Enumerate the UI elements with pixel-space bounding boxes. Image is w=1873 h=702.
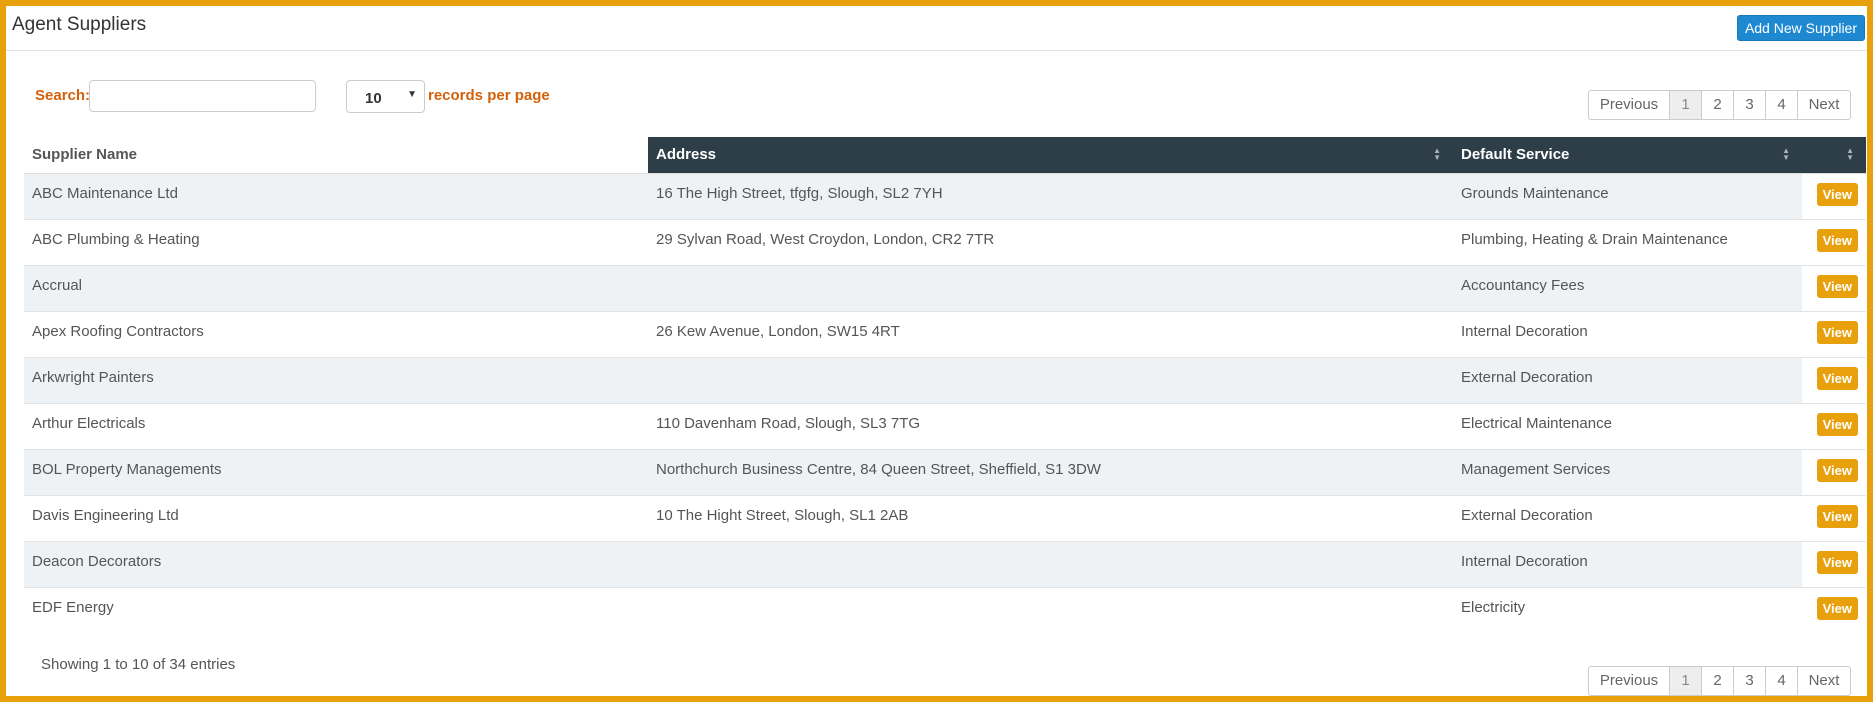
sort-icon: ▲ ▼ bbox=[1846, 146, 1854, 162]
action-cell: View bbox=[1802, 172, 1866, 219]
add-new-supplier-button[interactable]: Add New Supplier bbox=[1736, 15, 1865, 41]
pagination-page-2[interactable]: 2 bbox=[1701, 666, 1734, 696]
supplier-name-cell: Apex Roofing Contractors bbox=[24, 310, 648, 357]
default-service-cell: Grounds Maintenance bbox=[1453, 172, 1802, 219]
supplier-name-cell: Davis Engineering Ltd bbox=[24, 494, 648, 541]
table-row: Apex Roofing Contractors 26 Kew Avenue, … bbox=[24, 310, 1866, 357]
pagination-page-2[interactable]: 2 bbox=[1701, 90, 1734, 120]
view-button[interactable]: View bbox=[1816, 458, 1858, 482]
address-cell bbox=[648, 356, 1453, 403]
supplier-name-cell: Accrual bbox=[24, 264, 648, 311]
action-cell: View bbox=[1802, 402, 1866, 449]
address-cell bbox=[648, 586, 1453, 633]
pagination-bottom: Previous 1 2 3 4 Next bbox=[1588, 666, 1851, 696]
pagination-page-3[interactable]: 3 bbox=[1733, 90, 1766, 120]
sort-icon: ▲ ▼ bbox=[1782, 146, 1790, 162]
records-per-page-label: records per page bbox=[428, 87, 550, 104]
default-service-cell: Management Services bbox=[1453, 448, 1802, 495]
supplier-name-cell: EDF Energy bbox=[24, 586, 648, 633]
table-row: Davis Engineering Ltd 10 The Hight Stree… bbox=[24, 494, 1866, 541]
action-cell: View bbox=[1802, 356, 1866, 403]
pagination-previous-button[interactable]: Previous bbox=[1588, 90, 1670, 120]
default-service-cell: Electricity bbox=[1453, 586, 1802, 633]
default-service-cell: Internal Decoration bbox=[1453, 310, 1802, 357]
default-service-cell: External Decoration bbox=[1453, 356, 1802, 403]
pagination-next-button[interactable]: Next bbox=[1797, 666, 1851, 696]
sort-icon: ▲ ▼ bbox=[1433, 146, 1441, 162]
address-cell: Northchurch Business Centre, 84 Queen St… bbox=[648, 448, 1453, 495]
supplier-name-cell: Arkwright Painters bbox=[24, 356, 648, 403]
view-button[interactable]: View bbox=[1816, 228, 1858, 252]
pagination-page-4[interactable]: 4 bbox=[1765, 666, 1798, 696]
address-cell bbox=[648, 264, 1453, 311]
view-button[interactable]: View bbox=[1816, 596, 1858, 620]
table-row: Arthur Electricals 110 Davenham Road, Sl… bbox=[24, 402, 1866, 449]
table-row: Accrual Accountancy Fees View bbox=[24, 264, 1866, 311]
column-header-supplier-name[interactable]: Supplier Name bbox=[24, 137, 648, 174]
search-label: Search: bbox=[35, 87, 91, 104]
supplier-name-cell: BOL Property Managements bbox=[24, 448, 648, 495]
column-header-default-service[interactable]: Default Service ▲ ▼ bbox=[1453, 137, 1802, 174]
page-header: Agent Suppliers Add New Supplier bbox=[6, 6, 1867, 51]
view-button[interactable]: View bbox=[1816, 550, 1858, 574]
address-cell: 26 Kew Avenue, London, SW15 4RT bbox=[648, 310, 1453, 357]
view-button[interactable]: View bbox=[1816, 504, 1858, 528]
address-cell: 110 Davenham Road, Slough, SL3 7TG bbox=[648, 402, 1453, 449]
view-button[interactable]: View bbox=[1816, 366, 1858, 390]
suppliers-table: Supplier Name Address ▲ ▼ Default Service ▲… bbox=[24, 137, 1866, 633]
view-button[interactable]: View bbox=[1816, 320, 1858, 344]
table-row: BOL Property Managements Northchurch Bus… bbox=[24, 448, 1866, 495]
column-header-label: Default Service bbox=[1461, 146, 1570, 164]
table-header-row: Supplier Name Address ▲ ▼ Default Service ▲… bbox=[24, 137, 1866, 174]
app-frame: Agent Suppliers Add New Supplier Search:… bbox=[0, 0, 1873, 702]
table-row: Deacon Decorators Internal Decoration Vi… bbox=[24, 540, 1866, 587]
pagination-page-4[interactable]: 4 bbox=[1765, 90, 1798, 120]
default-service-cell: Internal Decoration bbox=[1453, 540, 1802, 587]
view-button[interactable]: View bbox=[1816, 274, 1858, 298]
address-cell bbox=[648, 540, 1453, 587]
pagination-page-1[interactable]: 1 bbox=[1669, 666, 1702, 696]
pagination-page-3[interactable]: 3 bbox=[1733, 666, 1766, 696]
default-service-cell: External Decoration bbox=[1453, 494, 1802, 541]
column-header-label: Address bbox=[656, 146, 717, 164]
table-row: ABC Maintenance Ltd 16 The High Street, … bbox=[24, 172, 1866, 219]
action-cell: View bbox=[1802, 494, 1866, 541]
column-header-address[interactable]: Address ▲ ▼ bbox=[648, 137, 1453, 174]
action-cell: View bbox=[1802, 448, 1866, 495]
records-per-page-select[interactable]: 10 ▼ bbox=[346, 80, 425, 113]
view-button[interactable]: View bbox=[1816, 182, 1858, 206]
records-per-page-value: 10 bbox=[365, 90, 382, 107]
action-cell: View bbox=[1802, 586, 1866, 633]
default-service-cell: Electrical Maintenance bbox=[1453, 402, 1802, 449]
pagination-page-1[interactable]: 1 bbox=[1669, 90, 1702, 120]
pagination-previous-button[interactable]: Previous bbox=[1588, 666, 1670, 696]
action-cell: View bbox=[1802, 264, 1866, 311]
table-row: EDF Energy Electricity View bbox=[24, 586, 1866, 633]
page-title: Agent Suppliers bbox=[12, 14, 147, 35]
default-service-cell: Accountancy Fees bbox=[1453, 264, 1802, 311]
supplier-name-cell: ABC Maintenance Ltd bbox=[24, 172, 648, 219]
search-input[interactable] bbox=[89, 80, 316, 112]
supplier-name-cell: Arthur Electricals bbox=[24, 402, 648, 449]
entries-summary: Showing 1 to 10 of 34 entries bbox=[41, 656, 236, 673]
supplier-name-cell: ABC Plumbing & Heating bbox=[24, 218, 648, 265]
action-cell: View bbox=[1802, 218, 1866, 265]
view-button[interactable]: View bbox=[1816, 412, 1858, 436]
supplier-name-cell: Deacon Decorators bbox=[24, 540, 648, 587]
address-cell: 10 The Hight Street, Slough, SL1 2AB bbox=[648, 494, 1453, 541]
pagination-next-button[interactable]: Next bbox=[1797, 90, 1851, 120]
default-service-cell: Plumbing, Heating & Drain Maintenance bbox=[1453, 218, 1802, 265]
action-cell: View bbox=[1802, 540, 1866, 587]
column-header-actions[interactable]: ▲ ▼ bbox=[1802, 137, 1866, 174]
pagination-top: Previous 1 2 3 4 Next bbox=[1588, 90, 1851, 120]
address-cell: 16 The High Street, tfgfg, Slough, SL2 7… bbox=[648, 172, 1453, 219]
table-row: Arkwright Painters External Decoration V… bbox=[24, 356, 1866, 403]
column-header-label: Supplier Name bbox=[32, 146, 138, 164]
chevron-down-icon: ▼ bbox=[407, 89, 417, 100]
address-cell: 29 Sylvan Road, West Croydon, London, CR… bbox=[648, 218, 1453, 265]
action-cell: View bbox=[1802, 310, 1866, 357]
table-row: ABC Plumbing & Heating 29 Sylvan Road, W… bbox=[24, 218, 1866, 265]
